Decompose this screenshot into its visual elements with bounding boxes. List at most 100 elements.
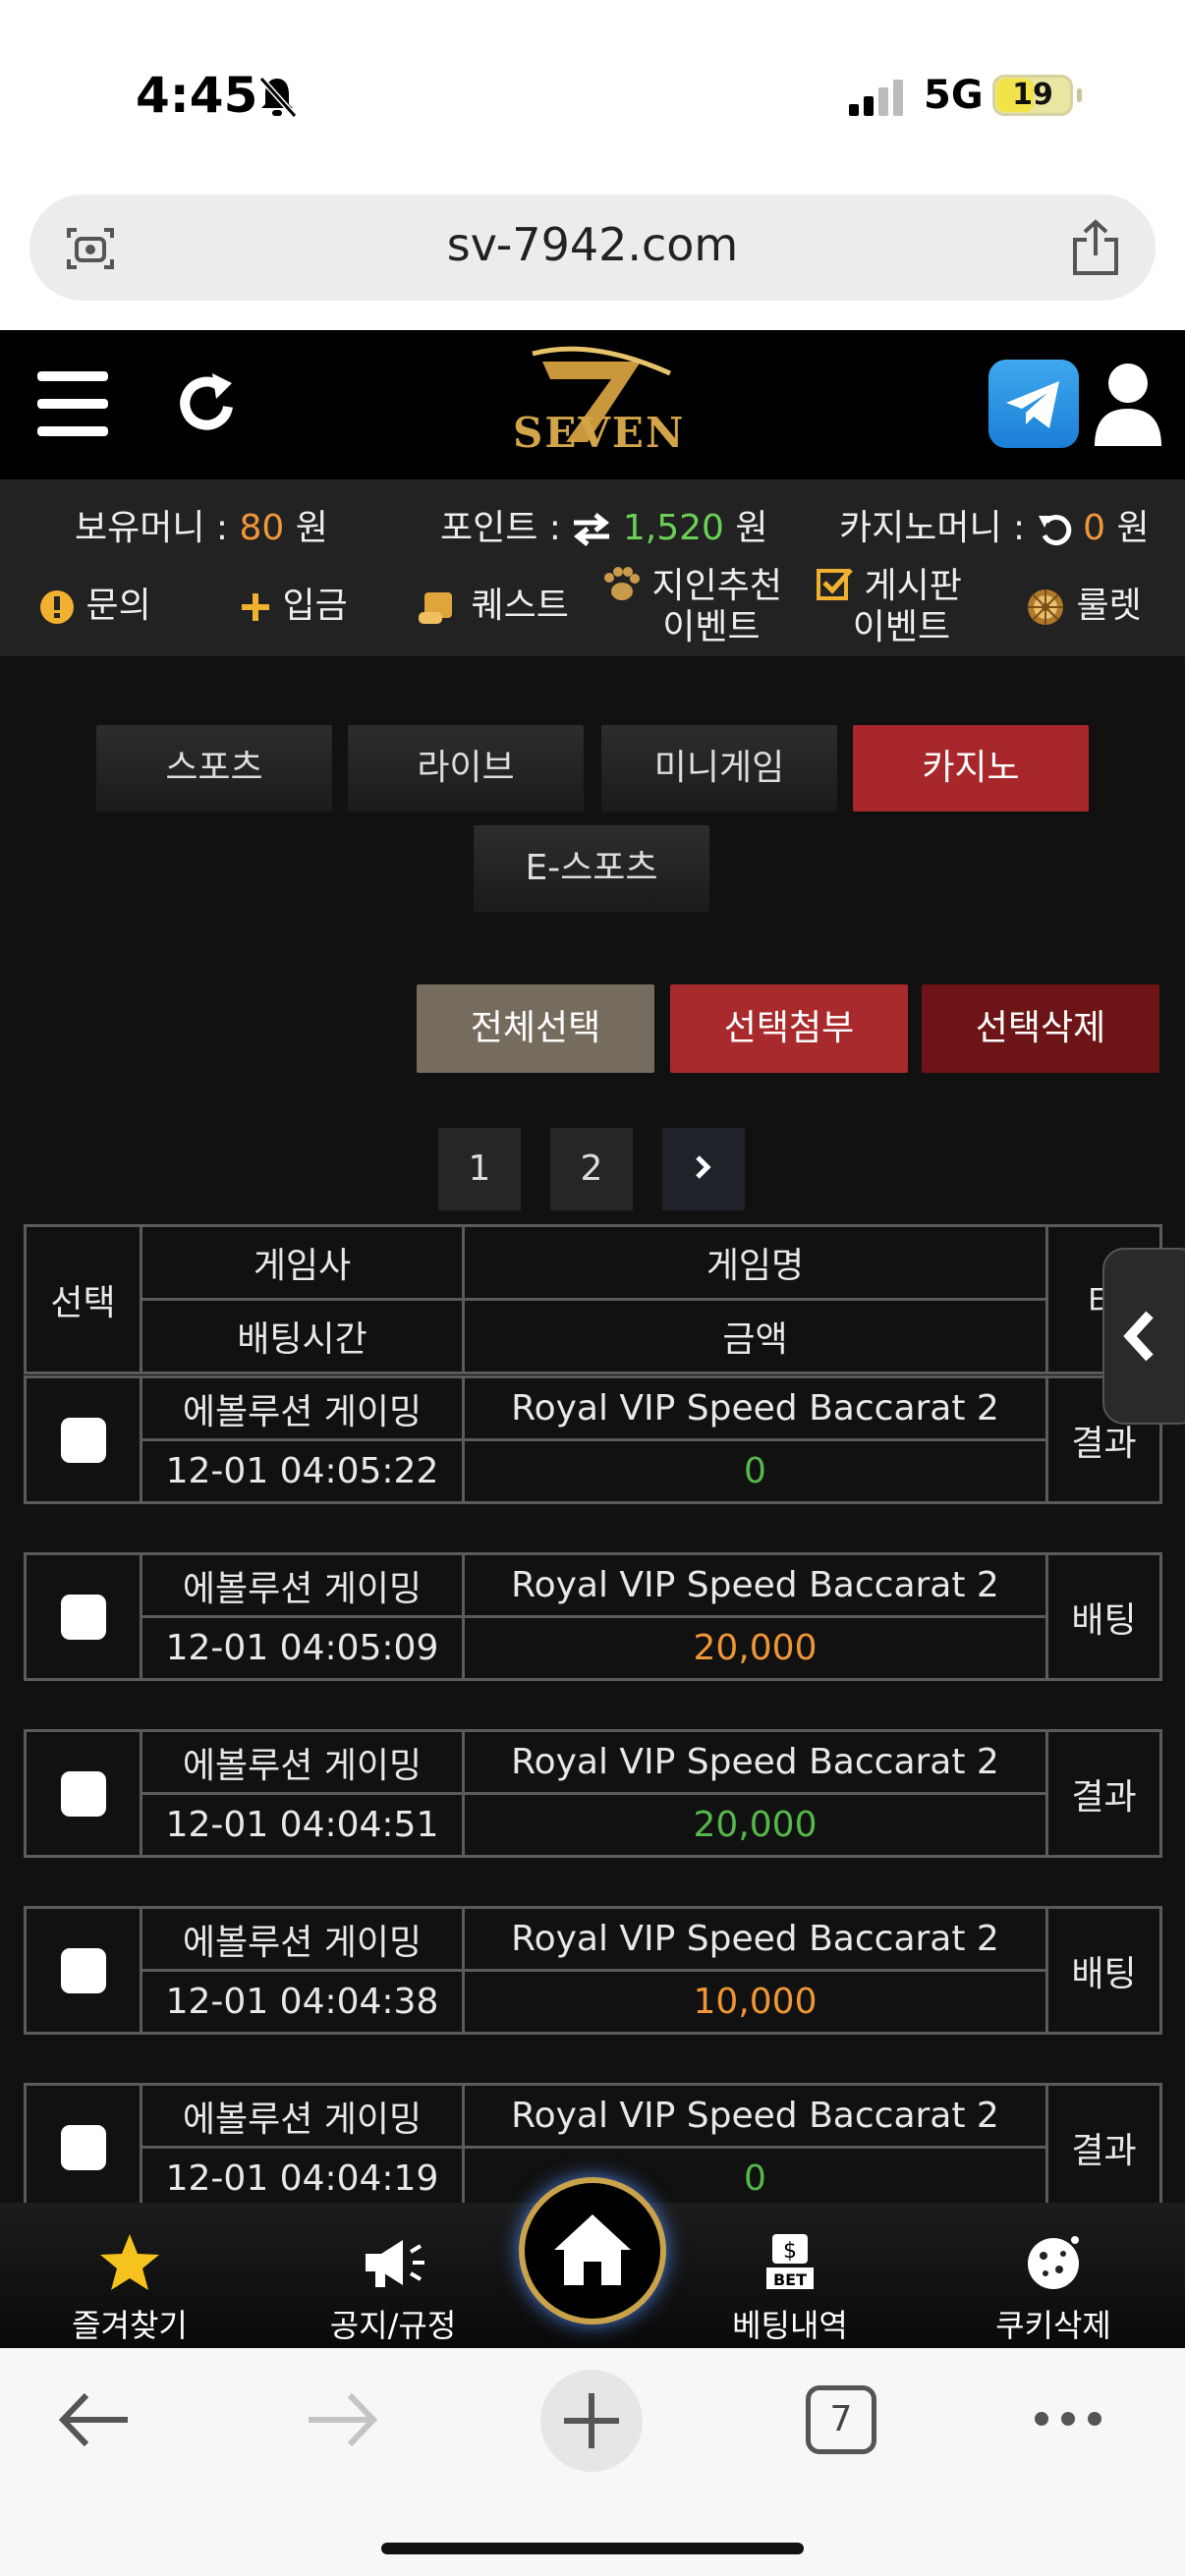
tab-esports[interactable]: E-스포츠 — [474, 825, 709, 912]
battery-icon: 19 — [992, 75, 1082, 118]
user-profile-icon[interactable] — [1091, 360, 1165, 448]
tab-minigame[interactable]: 미니게임 — [601, 725, 837, 812]
hamburger-menu-icon[interactable] — [37, 371, 108, 436]
bet-receipt-icon: $ BET — [766, 2234, 814, 2289]
checkbox-icon — [817, 568, 853, 600]
point-value: 1,520 — [622, 508, 724, 548]
home-icon — [554, 2214, 631, 2285]
more-options-icon[interactable] — [1032, 2407, 1104, 2431]
main-content: 스포츠 라이브 미니게임 카지노 E-스포츠 전체선택 선택첨부 선택삭제 1 … — [0, 656, 1185, 2203]
header-provider: 게임사 — [140, 1224, 465, 1301]
menu-board-event[interactable]: 게시판 이벤트 — [816, 566, 962, 648]
row-provider: 에볼루션 게이밍 — [140, 1552, 465, 1618]
row-type: 배팅 — [1045, 1906, 1162, 2035]
nav-favorites[interactable]: 즐겨찾기 — [31, 2232, 228, 2346]
forward-arrow-icon[interactable] — [305, 2387, 379, 2452]
menu-deposit-label: 입금 — [282, 586, 348, 626]
exchange-arrows-icon[interactable] — [572, 513, 611, 546]
telegram-icon[interactable] — [988, 360, 1079, 448]
row-checkbox[interactable] — [60, 1417, 106, 1463]
browser-toolbar: 7 — [0, 2348, 1185, 2576]
money-unit: 원 — [295, 508, 328, 548]
nav-favorites-label: 즐겨찾기 — [72, 2307, 188, 2344]
url-text[interactable]: sv-7942.com — [29, 218, 1156, 271]
page-1-button[interactable]: 1 — [438, 1128, 521, 1210]
menu-quest-label: 퀘스트 — [471, 586, 569, 626]
row-provider: 에볼루션 게이밍 — [140, 1375, 465, 1441]
row-select-cell[interactable] — [24, 1375, 142, 1504]
tab-casino[interactable]: 카지노 — [853, 725, 1089, 812]
svg-text:$: $ — [783, 2239, 797, 2264]
select-all-button[interactable]: 전체선택 — [417, 984, 654, 1073]
cellular-signal-icon — [849, 80, 903, 116]
row-time: 12-01 04:05:22 — [140, 1438, 465, 1504]
paw-icon — [604, 567, 640, 600]
bell-off-icon — [258, 76, 297, 118]
table-row: 에볼루션 게이밍 Royal VIP Speed Baccarat 2 배팅 1… — [24, 1906, 1162, 2035]
row-game: Royal VIP Speed Baccarat 2 — [462, 1552, 1048, 1618]
money-value: 80 — [239, 508, 285, 548]
menu-roulette[interactable]: 룰렛 — [1026, 586, 1142, 627]
cookie-icon — [1028, 2236, 1079, 2289]
row-time: 12-01 04:04:19 — [140, 2146, 465, 2203]
nav-bet-history[interactable]: $ BET 베팅내역 — [692, 2232, 888, 2346]
row-game: Royal VIP Speed Baccarat 2 — [462, 2083, 1048, 2149]
nav-notice[interactable]: 공지/규정 — [295, 2232, 491, 2346]
history-table-header: 선택 게임사 게임명 타 배팅시간 금액 — [24, 1224, 1162, 1374]
scroll-icon — [419, 592, 452, 624]
menu-deposit[interactable]: 입금 — [240, 586, 348, 627]
page-2-button[interactable]: 2 — [550, 1128, 633, 1210]
star-icon — [100, 2234, 159, 2290]
header-bet-time: 배팅시간 — [140, 1298, 465, 1374]
chevron-left-icon — [1123, 1311, 1154, 1362]
next-page-button[interactable] — [662, 1128, 745, 1210]
reload-icon[interactable] — [1037, 512, 1072, 547]
point-balance[interactable]: 포인트 : 1,520 원 — [440, 499, 767, 550]
svg-text:BET: BET — [773, 2270, 807, 2289]
header-select: 선택 — [24, 1224, 142, 1374]
row-select-cell[interactable] — [24, 2083, 142, 2203]
row-checkbox[interactable] — [60, 1770, 106, 1817]
row-select-cell[interactable] — [24, 1906, 142, 2035]
plus-icon — [564, 2393, 619, 2448]
alert-circle-icon — [40, 590, 74, 624]
nav-bet-history-label: 베팅내역 — [732, 2307, 848, 2344]
share-icon[interactable] — [1069, 218, 1122, 277]
roulette-wheel-icon — [1028, 589, 1063, 625]
row-checkbox[interactable] — [60, 1594, 106, 1640]
menu-board-label-2: 이벤트 — [852, 607, 951, 647]
new-tab-button[interactable] — [540, 2370, 643, 2472]
menu-inquiry[interactable]: 문의 — [39, 586, 151, 627]
tab-sports[interactable]: 스포츠 — [96, 725, 332, 812]
header-game: 게임명 — [462, 1224, 1048, 1301]
row-select-cell[interactable] — [24, 1552, 142, 1681]
delete-selected-button[interactable]: 선택삭제 — [922, 984, 1159, 1073]
menu-referral-event[interactable]: 지인추천 이벤트 — [601, 566, 782, 648]
casino-balance[interactable]: 카지노머니 : 0 원 — [839, 499, 1150, 550]
tab-switcher-button[interactable]: 7 — [806, 2385, 876, 2454]
side-panel-toggle[interactable] — [1102, 1248, 1185, 1425]
attach-selected-button[interactable]: 선택첨부 — [670, 984, 908, 1073]
menu-quest[interactable]: 퀘스트 — [417, 586, 569, 627]
menu-referral-label-2: 이벤트 — [662, 607, 761, 647]
row-checkbox[interactable] — [60, 2124, 106, 2170]
row-select-cell[interactable] — [24, 1729, 142, 1858]
row-checkbox[interactable] — [60, 1947, 106, 1993]
back-arrow-icon[interactable] — [57, 2387, 132, 2452]
nav-cookie-delete[interactable]: 쿠키삭제 — [955, 2232, 1152, 2346]
tab-live[interactable]: 라이브 — [348, 725, 584, 812]
nav-notice-label: 공지/규정 — [329, 2307, 457, 2344]
refresh-icon[interactable] — [173, 369, 242, 438]
money-label: 보유머니 : — [75, 508, 229, 548]
row-time: 12-01 04:04:38 — [140, 1969, 465, 2035]
row-type: 결과 — [1045, 2083, 1162, 2203]
address-bar[interactable]: sv-7942.com — [29, 195, 1156, 301]
home-button[interactable] — [519, 2177, 666, 2324]
row-amount: 20,000 — [462, 1792, 1048, 1858]
battery-level: 19 — [1012, 78, 1053, 112]
chevron-right-icon — [696, 1155, 711, 1179]
menu-inquiry-label: 문의 — [85, 586, 151, 626]
table-row: 에볼루션 게이밍 Royal VIP Speed Baccarat 2 결과 1… — [24, 1729, 1162, 1858]
menu-roulette-label: 룰렛 — [1076, 586, 1142, 626]
casino-unit: 원 — [1116, 508, 1150, 548]
